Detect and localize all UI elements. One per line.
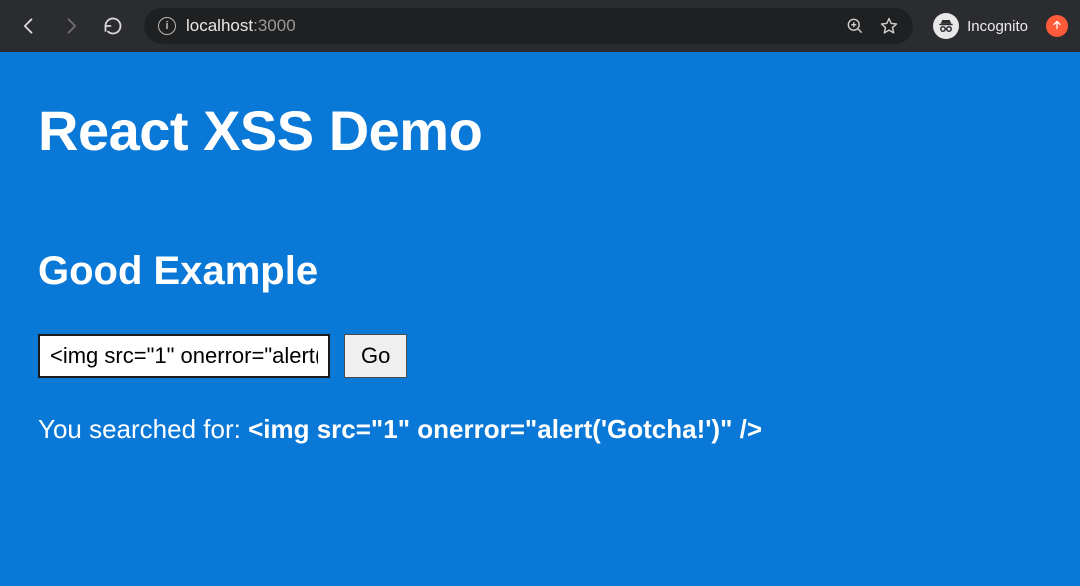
url-host: localhost xyxy=(186,16,253,36)
browser-toolbar: localhost:3000 Incognito xyxy=(0,0,1080,52)
incognito-indicator: Incognito xyxy=(933,13,1028,39)
incognito-icon xyxy=(933,13,959,39)
result-query: <img src="1" onerror="alert('Gotcha!')" … xyxy=(248,414,762,444)
page-content: React XSS Demo Good Example Go You searc… xyxy=(0,52,1080,586)
address-bar[interactable]: localhost:3000 xyxy=(144,8,913,44)
back-button[interactable] xyxy=(12,9,46,43)
url-display: localhost:3000 xyxy=(186,16,296,36)
go-button[interactable]: Go xyxy=(344,334,407,378)
page-title: React XSS Demo xyxy=(38,98,1042,163)
reload-button[interactable] xyxy=(96,9,130,43)
search-form: Go xyxy=(38,334,1042,378)
result-prefix: You searched for: xyxy=(38,414,248,444)
site-info-icon[interactable] xyxy=(158,17,176,35)
forward-button[interactable] xyxy=(54,9,88,43)
omnibox-actions xyxy=(845,16,899,36)
bookmark-star-icon[interactable] xyxy=(879,16,899,36)
zoom-icon[interactable] xyxy=(845,16,865,36)
good-example-heading: Good Example xyxy=(38,249,1042,294)
incognito-label: Incognito xyxy=(967,18,1028,35)
url-port: :3000 xyxy=(253,16,296,36)
search-result: You searched for: <img src="1" onerror="… xyxy=(38,414,1042,445)
extension-badge[interactable] xyxy=(1046,15,1068,37)
search-input[interactable] xyxy=(38,334,330,378)
